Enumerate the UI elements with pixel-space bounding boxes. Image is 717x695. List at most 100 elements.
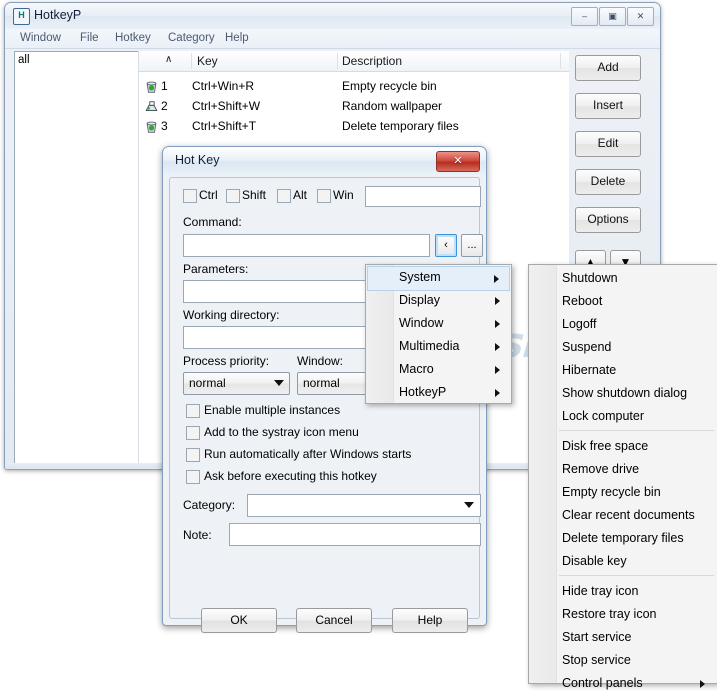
command-pick-button[interactable]: ‹ bbox=[435, 234, 457, 257]
add-systray-checkbox[interactable] bbox=[186, 426, 200, 440]
menu-window[interactable]: Window bbox=[15, 31, 66, 45]
ok-button[interactable]: OK bbox=[201, 608, 277, 633]
menu-item-start-service[interactable]: Start service bbox=[530, 626, 717, 649]
wallpaper-icon bbox=[145, 101, 158, 111]
key-input[interactable] bbox=[365, 186, 481, 207]
system-commands-menu: Shutdown Reboot Logoff Suspend Hibernate… bbox=[528, 264, 717, 690]
shift-checkbox[interactable] bbox=[226, 189, 240, 203]
chevron-right-icon bbox=[494, 275, 499, 283]
menu-item-display[interactable]: Display bbox=[367, 289, 510, 312]
column-description[interactable]: Description bbox=[342, 54, 402, 68]
menu-category[interactable]: Category bbox=[163, 31, 220, 45]
chevron-right-icon bbox=[495, 389, 500, 397]
menu-item-label: Disk free space bbox=[562, 439, 649, 453]
menu-item-disk-free-space[interactable]: Disk free space bbox=[530, 435, 717, 458]
edit-button[interactable]: Edit bbox=[575, 131, 641, 157]
chevron-down-icon bbox=[274, 380, 284, 386]
chevron-right-icon bbox=[495, 297, 500, 305]
add-button[interactable]: Add bbox=[575, 55, 641, 81]
row-description: Delete temporary files bbox=[342, 119, 459, 133]
menu-item-label: Multimedia bbox=[399, 339, 460, 353]
process-priority-combo[interactable]: normal bbox=[183, 372, 290, 395]
window-value: normal bbox=[303, 376, 340, 390]
category-combo[interactable] bbox=[247, 494, 481, 517]
note-input[interactable] bbox=[229, 523, 481, 546]
table-row[interactable]: 2 Ctrl+Shift+W Random wallpaper bbox=[139, 97, 569, 117]
close-button[interactable]: ✕ bbox=[627, 7, 654, 26]
ask-before-executing-checkbox[interactable] bbox=[186, 470, 200, 484]
table-row[interactable]: 1 Ctrl+Win+R Empty recycle bin bbox=[139, 77, 569, 97]
ask-before-executing-label: Ask before executing this hotkey bbox=[204, 469, 377, 483]
insert-button[interactable]: Insert bbox=[575, 93, 641, 119]
menu-item-restore-tray-icon[interactable]: Restore tray icon bbox=[530, 603, 717, 626]
menu-hotkey[interactable]: Hotkey bbox=[110, 31, 156, 45]
alt-checkbox[interactable] bbox=[277, 189, 291, 203]
row-number: 1 bbox=[161, 79, 168, 93]
menu-item-hotkeyp[interactable]: HotkeyP bbox=[367, 381, 510, 404]
enable-multiple-instances-label: Enable multiple instances bbox=[204, 403, 341, 417]
win-checkbox[interactable] bbox=[317, 189, 331, 203]
menu-item-hibernate[interactable]: Hibernate bbox=[530, 359, 717, 382]
menu-item-suspend[interactable]: Suspend bbox=[530, 336, 717, 359]
menu-separator bbox=[559, 430, 714, 431]
window-title: HotkeyP bbox=[34, 8, 82, 22]
menu-item-hide-tray-icon[interactable]: Hide tray icon bbox=[530, 580, 717, 603]
delete-button[interactable]: Delete bbox=[575, 169, 641, 195]
row-key: Ctrl+Win+R bbox=[192, 79, 255, 93]
maximize-button[interactable]: ▣ bbox=[599, 7, 626, 26]
parameters-label: Parameters: bbox=[183, 262, 249, 276]
menu-item-window[interactable]: Window bbox=[367, 312, 510, 335]
menu-item-label: Shutdown bbox=[562, 271, 618, 285]
run-automatically-checkbox[interactable] bbox=[186, 448, 200, 462]
menu-item-delete-temporary-files[interactable]: Delete temporary files bbox=[530, 527, 717, 550]
menu-item-remove-drive[interactable]: Remove drive bbox=[530, 458, 717, 481]
menu-item-macro[interactable]: Macro bbox=[367, 358, 510, 381]
menu-item-system[interactable]: System bbox=[367, 266, 510, 291]
main-titlebar[interactable]: H HotkeyP – ▣ ✕ bbox=[5, 3, 660, 29]
note-label: Note: bbox=[183, 528, 212, 542]
command-input[interactable] bbox=[183, 234, 430, 257]
menu-item-multimedia[interactable]: Multimedia bbox=[367, 335, 510, 358]
menu-item-label: Restore tray icon bbox=[562, 607, 657, 621]
menu-item-show-shutdown-dialog[interactable]: Show shutdown dialog bbox=[530, 382, 717, 405]
table-row[interactable]: 3 Ctrl+Shift+T Delete temporary files bbox=[139, 117, 569, 137]
menu-help[interactable]: Help bbox=[220, 31, 254, 45]
enable-multiple-instances-checkbox[interactable] bbox=[186, 404, 200, 418]
help-button[interactable]: Help bbox=[392, 608, 468, 633]
options-button[interactable]: Options bbox=[575, 207, 641, 233]
menu-item-control-panels[interactable]: Control panels bbox=[530, 672, 717, 695]
row-key: Ctrl+Shift+T bbox=[192, 119, 257, 133]
ctrl-checkbox[interactable] bbox=[183, 189, 197, 203]
menu-item-reboot[interactable]: Reboot bbox=[530, 290, 717, 313]
menu-item-logoff[interactable]: Logoff bbox=[530, 313, 717, 336]
chevron-right-icon bbox=[700, 680, 705, 688]
cancel-button[interactable]: Cancel bbox=[296, 608, 372, 633]
menu-item-shutdown[interactable]: Shutdown bbox=[530, 267, 717, 290]
menu-item-lock-computer[interactable]: Lock computer bbox=[530, 405, 717, 428]
menu-item-stop-service[interactable]: Stop service bbox=[530, 649, 717, 672]
menu-item-label: Start service bbox=[562, 630, 632, 644]
menu-item-label: System bbox=[399, 270, 441, 284]
dialog-close-button[interactable]: ✕ bbox=[436, 151, 480, 172]
menu-item-label: Delete temporary files bbox=[562, 531, 684, 545]
menu-item-label: Suspend bbox=[562, 340, 612, 354]
menu-file[interactable]: File bbox=[75, 31, 104, 45]
menu-item-disable-key[interactable]: Disable key bbox=[530, 550, 717, 573]
command-browse-button[interactable]: ... bbox=[461, 234, 483, 257]
row-description: Random wallpaper bbox=[342, 99, 443, 113]
category-pane[interactable]: all bbox=[14, 51, 139, 465]
menu-item-empty-recycle-bin[interactable]: Empty recycle bin bbox=[530, 481, 717, 504]
menu-item-label: Macro bbox=[399, 362, 434, 376]
dialog-titlebar[interactable]: Hot Key ✕ bbox=[163, 147, 486, 175]
column-key[interactable]: Key bbox=[197, 54, 218, 68]
menu-item-label: Logoff bbox=[562, 317, 597, 331]
minimize-button[interactable]: – bbox=[571, 7, 598, 26]
menu-item-clear-recent-documents[interactable]: Clear recent documents bbox=[530, 504, 717, 527]
category-item-all[interactable]: all bbox=[18, 54, 30, 66]
command-category-menu: System Display Window Multimedia Macro H… bbox=[365, 264, 512, 404]
column-sort[interactable]: ∧ bbox=[165, 54, 172, 65]
command-label: Command: bbox=[183, 215, 242, 229]
recycle-bin-icon bbox=[146, 81, 157, 93]
menu-item-label: Reboot bbox=[562, 294, 603, 308]
recycle-bin-icon bbox=[146, 121, 157, 133]
